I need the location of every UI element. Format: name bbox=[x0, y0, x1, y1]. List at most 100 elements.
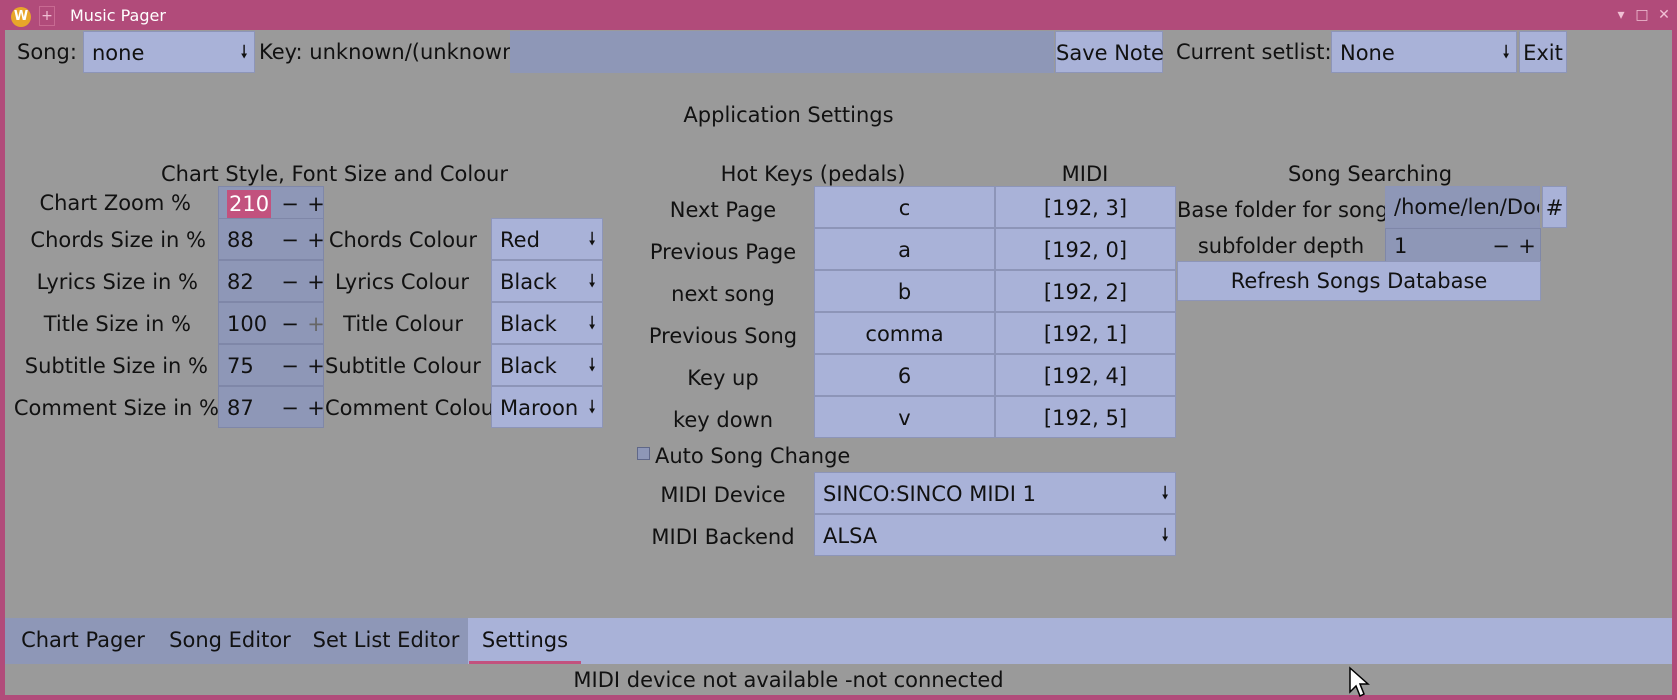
hotkey-previous-page[interactable]: a bbox=[814, 228, 995, 270]
midi-next-page[interactable]: [192, 3] bbox=[995, 186, 1176, 228]
subtitle-size-label: Subtitle Size in % bbox=[24, 354, 208, 378]
midi-previous-song[interactable]: [192, 1] bbox=[995, 312, 1176, 354]
exit-button[interactable]: Exit bbox=[1519, 31, 1567, 73]
tab-song-editor[interactable]: Song Editor bbox=[157, 618, 303, 664]
hotkey-label-key-down: key down bbox=[672, 408, 774, 432]
comment-size-value[interactable]: 87 bbox=[227, 387, 254, 427]
pin-icon[interactable]: + bbox=[39, 6, 55, 26]
midi-device-select[interactable]: SINCO:SINCO MIDI 1 🠗 bbox=[814, 472, 1176, 514]
subtitle-colour-value: Black bbox=[500, 354, 557, 378]
chart-zoom-value[interactable]: 210 bbox=[227, 190, 272, 218]
plus-icon[interactable]: + bbox=[305, 303, 327, 343]
auto-song-change-checkbox[interactable] bbox=[637, 447, 650, 460]
setlist-select[interactable]: None 🠗 bbox=[1331, 31, 1517, 73]
comment-colour-select[interactable]: Maroon 🠗 bbox=[491, 386, 603, 428]
minus-icon[interactable]: − bbox=[279, 187, 301, 219]
midi-device-value: SINCO:SINCO MIDI 1 bbox=[823, 482, 1036, 506]
hotkey-previous-song[interactable]: comma bbox=[814, 312, 995, 354]
auto-song-change-label: Auto Song Change bbox=[655, 444, 851, 468]
minus-icon[interactable]: − bbox=[279, 219, 301, 259]
tab-set-list-editor[interactable]: Set List Editor bbox=[304, 618, 468, 664]
comment-size-spinner[interactable]: 87 − + bbox=[218, 386, 327, 428]
subtitle-colour-label: Subtitle Colour bbox=[325, 354, 481, 378]
chords-size-value[interactable]: 88 bbox=[227, 219, 254, 259]
subtitle-colour-select[interactable]: Black 🠗 bbox=[491, 344, 603, 386]
window-minimize-icon[interactable]: ▾ bbox=[1612, 6, 1630, 24]
window-maximize-icon[interactable]: □ bbox=[1633, 6, 1651, 24]
midi-next-song[interactable]: [192, 2] bbox=[995, 270, 1176, 312]
subtitle-size-value[interactable]: 75 bbox=[227, 345, 254, 385]
note-input[interactable] bbox=[510, 31, 1054, 73]
chevron-down-icon: 🠗 bbox=[588, 355, 596, 376]
hotkey-key-up[interactable]: 6 bbox=[814, 354, 995, 396]
hotkeys-heading: Hot Keys (pedals) bbox=[720, 162, 906, 186]
song-label: Song: bbox=[17, 40, 77, 64]
plus-icon[interactable]: + bbox=[305, 387, 327, 427]
plus-icon[interactable]: + bbox=[305, 187, 327, 219]
comment-colour-label: Comment Colour bbox=[325, 396, 503, 420]
chords-size-spinner[interactable]: 88 − + bbox=[218, 218, 327, 260]
title-size-value[interactable]: 100 bbox=[227, 303, 267, 343]
title-size-spinner[interactable]: 100 − + bbox=[218, 302, 327, 344]
status-message: MIDI device not available -not connected bbox=[573, 668, 1004, 692]
plus-icon[interactable]: + bbox=[305, 261, 327, 301]
subfolder-depth-spinner[interactable]: 1 − + bbox=[1385, 228, 1541, 262]
page-title: Application Settings bbox=[683, 103, 894, 127]
midi-heading: MIDI bbox=[1061, 162, 1109, 186]
minus-icon[interactable]: − bbox=[279, 387, 301, 427]
lyrics-colour-value: Black bbox=[500, 270, 557, 294]
tab-settings[interactable]: Settings bbox=[469, 618, 581, 664]
midi-key-up[interactable]: [192, 4] bbox=[995, 354, 1176, 396]
chevron-down-icon: 🠗 bbox=[1161, 525, 1169, 546]
subtitle-size-spinner[interactable]: 75 − + bbox=[218, 344, 327, 386]
minus-icon[interactable]: − bbox=[279, 345, 301, 385]
lyrics-size-value[interactable]: 82 bbox=[227, 261, 254, 301]
chart-zoom-spinner[interactable]: 210 − + bbox=[218, 186, 327, 220]
chords-colour-label: Chords Colour bbox=[328, 228, 477, 252]
hotkey-next-song[interactable]: b bbox=[814, 270, 995, 312]
refresh-songs-button[interactable]: Refresh Songs Database bbox=[1177, 261, 1541, 301]
key-info: Key: unknown/(unknown) bbox=[259, 40, 524, 64]
hotkey-label-next-song: next song bbox=[671, 282, 775, 306]
chart-style-heading: Chart Style, Font Size and Colour bbox=[161, 162, 508, 186]
plus-icon[interactable]: + bbox=[305, 219, 327, 259]
comment-size-label: Comment Size in % bbox=[13, 396, 219, 420]
song-select[interactable]: none 🠗 bbox=[83, 31, 255, 73]
midi-backend-value: ALSA bbox=[823, 524, 878, 548]
chart-zoom-label: Chart Zoom % bbox=[39, 191, 191, 215]
title-colour-label: Title Colour bbox=[343, 312, 463, 336]
save-note-button[interactable]: Save Note bbox=[1055, 31, 1164, 73]
plus-icon[interactable]: + bbox=[1516, 229, 1538, 261]
midi-key-down[interactable]: [192, 5] bbox=[995, 396, 1176, 438]
tab-chart-pager[interactable]: Chart Pager bbox=[10, 618, 156, 664]
minus-icon[interactable]: − bbox=[279, 303, 301, 343]
chevron-down-icon: 🠗 bbox=[588, 313, 596, 334]
title-size-label: Title Size in % bbox=[43, 312, 191, 336]
lyrics-colour-select[interactable]: Black 🠗 bbox=[491, 260, 603, 302]
chevron-down-icon: 🠗 bbox=[588, 397, 596, 418]
hotkey-key-down[interactable]: v bbox=[814, 396, 995, 438]
minus-icon[interactable]: − bbox=[279, 261, 301, 301]
song-search-heading: Song Searching bbox=[1287, 162, 1453, 186]
chords-colour-select[interactable]: Red 🠗 bbox=[491, 218, 603, 260]
chevron-down-icon: 🠗 bbox=[588, 229, 596, 250]
hotkey-next-page[interactable]: c bbox=[814, 186, 995, 228]
hotkey-label-previous-page: Previous Page bbox=[649, 240, 797, 264]
app-window: W + Music Pager ▾ □ ✕ Song: none 🠗 Key: … bbox=[0, 0, 1677, 700]
midi-previous-page[interactable]: [192, 0] bbox=[995, 228, 1176, 270]
midi-backend-select[interactable]: ALSA 🠗 bbox=[814, 514, 1176, 556]
base-folder-input[interactable]: /home/len/Documents/Songs bbox=[1385, 186, 1540, 228]
browse-folder-button[interactable]: # bbox=[1542, 186, 1567, 228]
window-title: Music Pager bbox=[70, 6, 166, 25]
setlist-label: Current setlist: bbox=[1176, 40, 1332, 64]
app-logo-icon[interactable]: W bbox=[11, 7, 31, 27]
mouse-cursor-icon bbox=[1349, 666, 1370, 698]
plus-icon[interactable]: + bbox=[305, 345, 327, 385]
minus-icon[interactable]: − bbox=[1490, 229, 1512, 261]
window-close-icon[interactable]: ✕ bbox=[1655, 6, 1673, 24]
lyrics-size-spinner[interactable]: 82 − + bbox=[218, 260, 327, 302]
setlist-select-value: None bbox=[1340, 41, 1395, 65]
subfolder-depth-value[interactable]: 1 bbox=[1394, 229, 1407, 261]
title-colour-select[interactable]: Black 🠗 bbox=[491, 302, 603, 344]
midi-backend-label: MIDI Backend bbox=[651, 525, 795, 549]
